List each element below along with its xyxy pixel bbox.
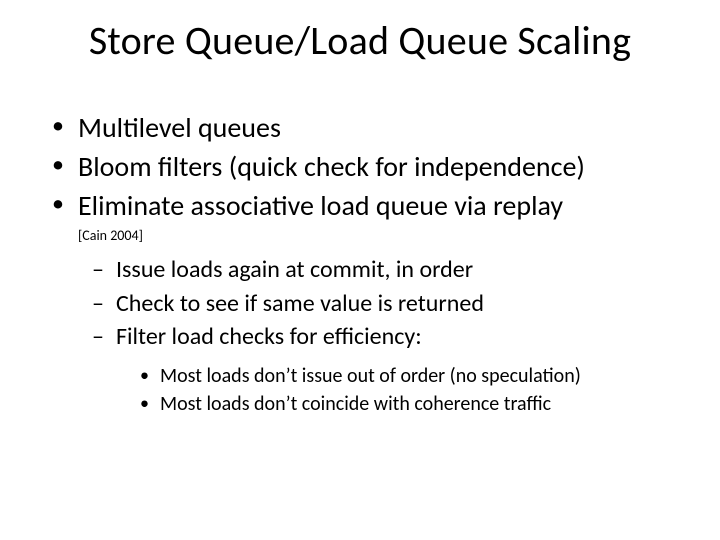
sub-bullet-list: Issue loads again at commit, in order Ch… <box>40 254 680 353</box>
bullet-list: Multilevel queues Bloom filters (quick c… <box>40 110 680 223</box>
sub2-bullet-item: Most loads don’t coincide with coherence… <box>140 391 680 417</box>
slide: Store Queue/Load Queue Scaling Multileve… <box>0 0 720 540</box>
sub2-bullet-list: Most loads don’t issue out of order (no … <box>40 363 680 418</box>
slide-title: Store Queue/Load Queue Scaling <box>40 18 680 64</box>
citation: [Cain 2004] <box>78 227 680 244</box>
sub-bullet-item: Filter load checks for efficiency: <box>92 321 680 353</box>
sub-bullet-item: Check to see if same value is returned <box>92 288 680 320</box>
bullet-item: Eliminate associative load queue via rep… <box>52 188 680 223</box>
sub2-bullet-item: Most loads don’t issue out of order (no … <box>140 363 680 389</box>
sub-bullet-item: Issue loads again at commit, in order <box>92 254 680 286</box>
bullet-item: Bloom filters (quick check for independe… <box>52 149 680 184</box>
bullet-item: Multilevel queues <box>52 110 680 145</box>
